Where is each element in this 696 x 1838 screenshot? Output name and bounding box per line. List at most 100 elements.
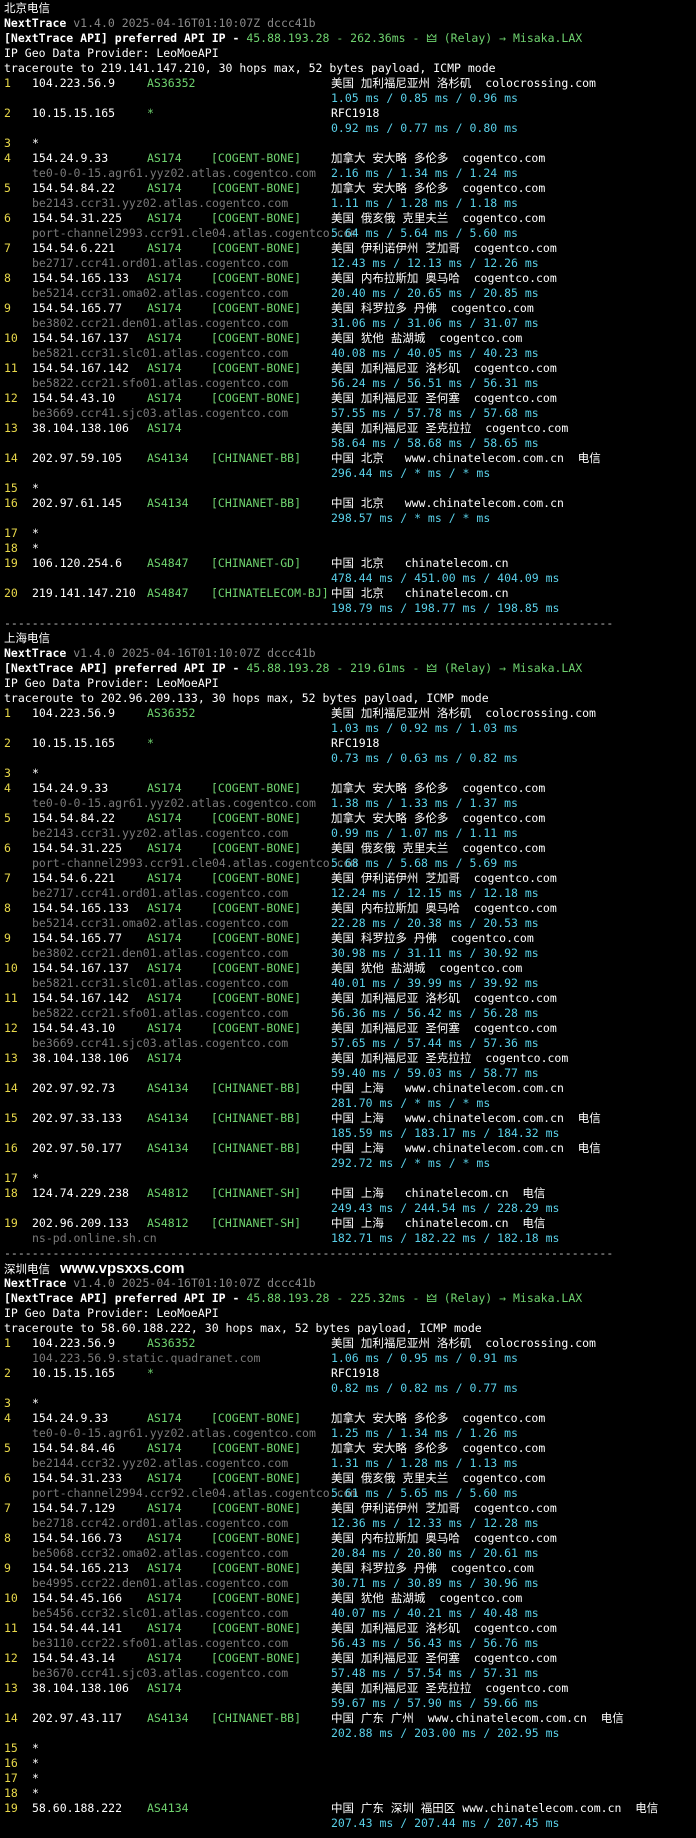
hop-rtt: 185.59 ms / 183.17 ms / 184.32 ms: [331, 1126, 560, 1140]
hop-number: 14: [4, 1711, 18, 1725]
hop-number: 8: [4, 901, 11, 915]
hop-tag: [COGENT-BONE]: [211, 151, 302, 165]
hop-geo: 美国 科罗拉多 丹佛 cogentco.com: [331, 301, 534, 315]
hop-geo: 中国 北京 www.chinatelecom.com.cn 电信: [331, 451, 601, 465]
hop-ip: 154.54.167.142: [32, 361, 129, 375]
hop-ip: 154.54.6.221: [32, 871, 116, 885]
hop-detail-row: 0.92 ms / 0.77 ms / 0.80 ms: [4, 121, 696, 136]
hop-geo: [331, 1741, 696, 1756]
hop-asn: AS174: [147, 991, 182, 1005]
hop-detail-row: be3669.ccr41.sjc03.atlas.cogentco.com 57.…: [4, 406, 696, 421]
hop-number: 9: [4, 301, 11, 315]
hop-geo: [331, 1786, 696, 1801]
hop-rtt: 56.36 ms / 56.42 ms / 56.28 ms: [331, 1006, 539, 1020]
hop-rtt: 202.88 ms / 203.00 ms / 202.95 ms: [331, 1726, 560, 1740]
version-line: NextTrace v1.4.0 2025-04-16T01:10:07Z dc…: [4, 646, 696, 661]
hop-number: 10: [4, 961, 18, 975]
hop-geo: 美国 加利福尼亚 圣何塞 cogentco.com: [331, 1021, 557, 1035]
hop-row: 10 154.54.45.166 AS174 [COGENT-BONE] 美国 犹他 盐…: [4, 1591, 696, 1606]
hop-row: 13 38.104.138.106 AS174 美国 加利福尼亚 圣克拉拉 cogen…: [4, 421, 696, 436]
hop-rtt: 40.01 ms / 39.99 ms / 39.92 ms: [331, 976, 539, 990]
hop-asn: AS174: [147, 1621, 182, 1635]
hop-rtt: 12.24 ms / 12.15 ms / 12.18 ms: [331, 886, 539, 900]
hop-rtt: 57.65 ms / 57.44 ms / 57.36 ms: [331, 1036, 539, 1050]
hop-detail-row: 185.59 ms / 183.17 ms / 184.32 ms: [4, 1126, 696, 1141]
api-prefix: [NextTrace API] preferred API IP -: [4, 31, 247, 45]
hop-row: 8 154.54.166.73 AS174 [COGENT-BONE] 美国 内布拉斯加…: [4, 1531, 696, 1546]
hop-geo: 加拿大 安大略 多伦多 cogentco.com: [331, 151, 546, 165]
hop-number: 11: [4, 991, 18, 1005]
hop-row: 20 219.141.147.210 AS4847 [CHINATELECOM-BJ]…: [4, 586, 696, 601]
hop-rtt: 59.67 ms / 57.90 ms / 59.66 ms: [331, 1696, 539, 1710]
hop-tag: [CHINANET-BB]: [211, 1711, 302, 1725]
watermark: www.vpsxxs.com: [60, 1260, 185, 1277]
hop-row: 14 202.97.43.117 AS4134 [CHINANET-BB] 中国 广东 …: [4, 1711, 696, 1726]
hop-ip: 202.97.43.117: [32, 1711, 123, 1725]
hop-number: 2: [4, 106, 11, 120]
hop-rtt: 0.82 ms / 0.82 ms / 0.77 ms: [331, 1381, 518, 1395]
hop-hostname: be2717.ccr41.ord01.atlas.cogentco.com: [32, 886, 289, 900]
version-text: v1.4.0 2025-04-16T01:10:07Z dccc41b: [73, 1276, 316, 1290]
hop-tag: [CHINATELECOM-BJ]: [211, 586, 329, 600]
geo-provider-line: IP Geo Data Provider: LeoMoeAPI: [4, 46, 219, 60]
hop-number: 19: [4, 1216, 18, 1230]
hop-geo: 加拿大 安大略 多伦多 cogentco.com: [331, 1441, 546, 1455]
hop-rtt: 182.71 ms / 182.22 ms / 182.18 ms: [331, 1231, 560, 1245]
hop-tag: [COGENT-BONE]: [211, 181, 302, 195]
hop-rtt: 20.40 ms / 20.65 ms / 20.85 ms: [331, 286, 539, 300]
hop-rtt: 40.07 ms / 40.21 ms / 40.48 ms: [331, 1606, 539, 1620]
separator-line: ----------------------------------------…: [4, 616, 614, 630]
hop-ip: *: [32, 526, 39, 540]
hop-row: 9 154.54.165.77 AS174 [COGENT-BONE] 美国 科罗拉多 …: [4, 931, 696, 946]
hop-asn: AS174: [147, 811, 182, 825]
hop-rtt: 5.61 ms / 5.65 ms / 5.60 ms: [331, 1486, 518, 1500]
hop-ip: 154.54.165.213: [32, 1561, 129, 1575]
app-name: NextTrace: [4, 16, 67, 30]
hop-number: 3: [4, 1396, 11, 1410]
hop-row: 7 154.54.7.129 AS174 [COGENT-BONE] 美国 伊利诺伊州 …: [4, 1501, 696, 1516]
hop-detail-row: be5214.ccr31.oma02.atlas.cogentco.com 20.…: [4, 286, 696, 301]
hop-row: 13 38.104.138.106 AS174 美国 加利福尼亚 圣克拉拉 cogen…: [4, 1681, 696, 1696]
hop-tag: [COGENT-BONE]: [211, 361, 302, 375]
api-prefix: [NextTrace API] preferred API IP -: [4, 1291, 247, 1305]
hop-tag: [COGENT-BONE]: [211, 841, 302, 855]
hop-row: 5 154.54.84.22 AS174 [COGENT-BONE] 加拿大 安大略 多…: [4, 811, 696, 826]
hop-geo: 中国 上海 chinatelecom.cn 电信: [331, 1186, 546, 1200]
hop-geo: 美国 加利福尼亚 圣何塞 cogentco.com: [331, 1651, 557, 1665]
hop-asn: AS36352: [147, 76, 196, 90]
hop-ip: 104.223.56.9: [32, 76, 116, 90]
hop-number: 15: [4, 1741, 18, 1755]
hop-ip: 202.96.209.133: [32, 1216, 129, 1230]
hop-ip: 219.141.147.210: [32, 586, 136, 600]
hop-ip: *: [32, 481, 39, 495]
hop-detail-row: be2143.ccr31.yyz02.atlas.cogentco.com 1.1…: [4, 196, 696, 211]
hop-asn: AS174: [147, 271, 182, 285]
hop-geo: [331, 1171, 696, 1186]
traceroute-line: traceroute to 58.60.188.222, 30 hops max…: [4, 1321, 482, 1335]
hop-asn: AS174: [147, 1411, 182, 1425]
hop-row: 1 104.223.56.9 AS36352 美国 加利福尼亚州 洛杉矶 colocr…: [4, 706, 696, 721]
hop-asn: *: [147, 106, 154, 120]
hop-number: 15: [4, 1111, 18, 1125]
hop-rtt: 1.03 ms / 0.92 ms / 1.03 ms: [331, 721, 518, 735]
hop-ip: *: [32, 766, 39, 780]
hop-asn: AS174: [147, 871, 182, 885]
hop-hostname: be3669.ccr41.sjc03.atlas.cogentco.com: [32, 1036, 289, 1050]
hop-ip: 154.54.31.233: [32, 1471, 123, 1485]
hop-geo: 美国 内布拉斯加 奥马哈 cogentco.com: [331, 1531, 557, 1545]
hop-asn: AS4134: [147, 1141, 189, 1155]
hop-hostname: te0-0-0-15.agr61.yyz02.atlas.cogentco.co…: [32, 166, 316, 180]
hop-asn: AS174: [147, 331, 182, 345]
hop-ip: 10.15.15.165: [32, 1366, 116, 1380]
hop-number: 1: [4, 76, 11, 90]
hop-detail-row: 281.70 ms / * ms / * ms: [4, 1096, 696, 1111]
version-text: v1.4.0 2025-04-16T01:10:07Z dccc41b: [73, 16, 316, 30]
hop-ip: 154.54.165.77: [32, 931, 123, 945]
hop-hostname: port-channel2994.ccr92.cle04.atlas.cogen…: [32, 1486, 358, 1500]
hop-number: 5: [4, 1441, 11, 1455]
hop-geo: 中国 上海 chinatelecom.cn 电信: [331, 1216, 546, 1230]
hop-rtt: 0.92 ms / 0.77 ms / 0.80 ms: [331, 121, 518, 135]
hop-asn: AS174: [147, 1471, 182, 1485]
hop-detail-row: port-channel2993.ccr91.cle04.atlas.cogen…: [4, 226, 696, 241]
hop-number: 12: [4, 391, 18, 405]
